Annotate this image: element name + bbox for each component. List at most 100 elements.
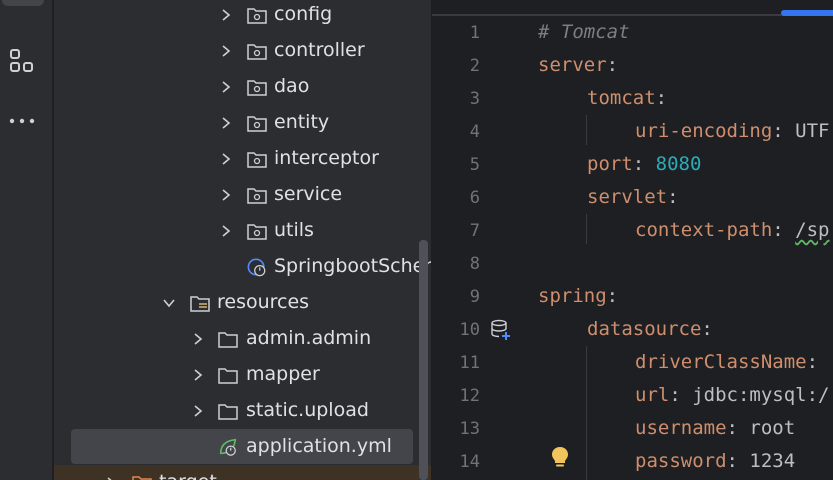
code-line-5: port: 8080 — [587, 153, 701, 175]
tree-item-label: controller — [274, 39, 365, 61]
more-icon[interactable] — [8, 107, 36, 135]
tree-item-admin-admin[interactable]: admin.admin — [54, 321, 431, 357]
database-add-icon[interactable] — [490, 319, 512, 341]
yaml-colon: : — [669, 384, 693, 406]
line-number: 14 — [459, 452, 480, 472]
yaml-value: root — [749, 417, 796, 439]
tree-item-static-upload[interactable]: static.upload — [54, 393, 431, 429]
yaml-colon: : — [606, 285, 619, 307]
tree-item-label: SpringbootSchen — [274, 255, 431, 277]
excluded-folder-icon — [132, 476, 152, 480]
code-line-14: password: 1234 — [635, 450, 795, 472]
folder-icon — [218, 332, 238, 348]
tree-item-entity[interactable]: entity — [54, 105, 431, 141]
yaml-key: servlet — [587, 186, 668, 208]
chevron-down-icon[interactable] — [162, 296, 176, 310]
tree-item-dao[interactable]: dao — [54, 69, 431, 105]
code-line-1: # Tomcat — [538, 21, 630, 43]
tree-item-service[interactable]: service — [54, 177, 431, 213]
yaml-key: uri-encoding — [635, 120, 773, 142]
tree-item-label: target — [159, 471, 217, 480]
tree-item-label: admin.admin — [246, 327, 372, 349]
spring-boot-class-icon — [247, 258, 266, 277]
indent-guide — [586, 214, 587, 244]
tree-item-label: mapper — [246, 363, 320, 385]
package-icon — [247, 116, 267, 132]
tree-scrollbar[interactable] — [419, 240, 428, 480]
chevron-right-icon[interactable] — [191, 404, 205, 418]
code-line-11: driverClassName: — [635, 351, 818, 373]
tree-item-controller[interactable]: controller — [54, 33, 431, 69]
yaml-value: 1234 — [749, 450, 796, 472]
tree-item-application-yml[interactable]: application.yml — [54, 429, 431, 465]
chevron-right-icon[interactable] — [219, 188, 233, 202]
resources-folder-icon — [190, 296, 210, 312]
tree-item-label: dao — [274, 75, 310, 97]
yaml-number: 8080 — [655, 153, 702, 175]
chevron-right-icon[interactable] — [104, 476, 118, 480]
code-line-3: tomcat: — [587, 87, 667, 109]
line-number: 11 — [459, 353, 480, 373]
chevron-right-icon[interactable] — [219, 116, 233, 130]
tree-item-label: service — [274, 183, 343, 205]
code-line-2: server: — [538, 54, 618, 76]
chevron-right-icon[interactable] — [219, 224, 233, 238]
tree-item-interceptor[interactable]: interceptor — [54, 141, 431, 177]
yaml-colon: : — [655, 87, 668, 109]
indent-guide — [586, 115, 587, 145]
structure-icon[interactable] — [8, 47, 36, 75]
project-tool-button[interactable] — [2, 0, 44, 6]
code-line-10: datasource: — [587, 318, 713, 340]
tree-item-label: entity — [274, 111, 330, 133]
tab-bar-border — [432, 14, 833, 16]
tree-item-mapper[interactable]: mapper — [54, 357, 431, 393]
yaml-comment: # Tomcat — [538, 21, 630, 43]
chevron-right-icon[interactable] — [219, 80, 233, 94]
yaml-colon: : — [806, 351, 819, 373]
chevron-right-icon[interactable] — [219, 152, 233, 166]
yaml-key: url — [635, 384, 670, 406]
tree-item-springboot-class[interactable]: SpringbootSchen — [54, 249, 431, 285]
yaml-colon: : — [726, 450, 750, 472]
tree-item-utils[interactable]: utils — [54, 213, 431, 249]
folder-icon — [218, 404, 238, 420]
tree-item-label: config — [274, 3, 333, 25]
lightbulb-icon[interactable] — [550, 445, 570, 469]
package-icon — [247, 80, 267, 96]
line-number: 12 — [459, 386, 480, 406]
chevron-right-icon[interactable] — [219, 44, 233, 58]
chevron-right-icon[interactable] — [191, 368, 205, 382]
code-editor[interactable]: 1 2 3 4 5 6 7 8 9 10 11 12 13 14 # Tomca… — [432, 0, 833, 480]
yaml-key: port — [587, 153, 633, 175]
yaml-key: datasource — [587, 318, 702, 340]
project-tree: config controller dao entity interceptor… — [54, 0, 431, 480]
yaml-key: spring — [538, 285, 607, 307]
tree-item-target[interactable]: target — [54, 465, 431, 480]
yaml-colon: : — [606, 54, 619, 76]
line-number: 4 — [469, 122, 480, 142]
chevron-right-icon[interactable] — [191, 332, 205, 346]
line-number: 10 — [459, 320, 480, 340]
chevron-right-icon[interactable] — [219, 8, 233, 22]
tree-item-label: static.upload — [246, 399, 369, 421]
line-number: 5 — [469, 155, 480, 175]
tree-item-config[interactable]: config — [54, 0, 431, 33]
line-number: 2 — [469, 56, 480, 76]
line-number: 13 — [459, 419, 480, 439]
yaml-colon: : — [701, 318, 713, 340]
package-icon — [247, 44, 267, 60]
tree-item-label: resources — [217, 291, 310, 313]
tree-item-resources[interactable]: resources — [54, 285, 431, 321]
yaml-value: jdbc:mysql:/ — [692, 384, 830, 406]
yaml-key: username — [635, 417, 727, 439]
yaml-colon: : — [632, 153, 656, 175]
yaml-key: tomcat — [587, 87, 656, 109]
package-icon — [247, 188, 267, 204]
indent-guide — [586, 346, 587, 480]
folder-icon — [218, 368, 238, 384]
activity-bar — [0, 0, 53, 480]
yaml-colon: : — [772, 120, 796, 142]
active-tab-indicator — [781, 10, 833, 16]
tree-item-label: utils — [274, 219, 314, 241]
spring-yaml-icon — [219, 438, 237, 456]
